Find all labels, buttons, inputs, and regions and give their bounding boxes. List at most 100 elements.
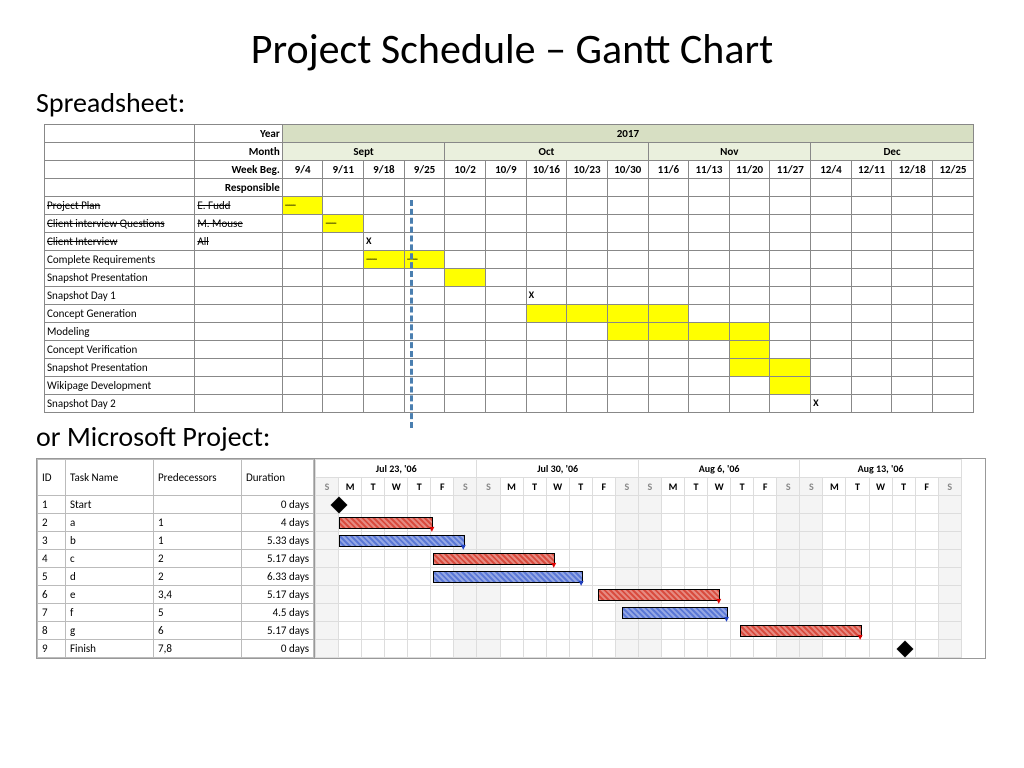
task-owner: All — [195, 233, 282, 251]
gantt-cell — [689, 341, 730, 359]
msp-day-letter: S — [938, 478, 961, 496]
gantt-cell — [648, 395, 689, 413]
gantt-cell — [485, 341, 526, 359]
gantt-cell — [323, 233, 364, 251]
gantt-cell — [445, 305, 486, 323]
gantt-cell — [364, 377, 405, 395]
gantt-cell — [526, 323, 567, 341]
msp-date-group: Jul 23, '06 — [316, 460, 477, 478]
gantt-cell — [485, 251, 526, 269]
gantt-cell — [770, 341, 811, 359]
task-owner — [195, 341, 282, 359]
msp-date-group: Aug 6, '06 — [638, 460, 799, 478]
gantt-cell — [770, 395, 811, 413]
gantt-cell — [485, 395, 526, 413]
msp-duration: 4 days — [242, 514, 314, 532]
week-cell: 9/11 — [323, 161, 364, 179]
gantt-cell — [689, 305, 730, 323]
gantt-cell — [689, 287, 730, 305]
task-name: Complete Requirements — [45, 251, 195, 269]
task-owner — [195, 359, 282, 377]
gantt-cell — [404, 251, 445, 269]
gantt-cell — [526, 395, 567, 413]
gantt-cell — [851, 251, 892, 269]
year-value: 2017 — [282, 125, 973, 143]
gantt-cell — [729, 395, 770, 413]
gantt-cell — [282, 197, 323, 215]
gantt-cell — [404, 305, 445, 323]
gantt-cell — [607, 359, 648, 377]
msp-day-letter: F — [915, 478, 938, 496]
gantt-cell — [892, 215, 933, 233]
msp-day-letter: F — [431, 478, 454, 496]
gantt-cell — [364, 233, 405, 251]
msp-duration: 4.5 days — [242, 604, 314, 622]
gantt-cell — [526, 287, 567, 305]
msp-task-name: c — [66, 550, 154, 568]
week-cell: 10/16 — [526, 161, 567, 179]
gantt-cell — [770, 287, 811, 305]
week-cell: 12/18 — [892, 161, 933, 179]
gantt-cell — [485, 305, 526, 323]
msp-pred: 5 — [154, 604, 242, 622]
gantt-cell — [689, 395, 730, 413]
msp-day-letter: W — [546, 478, 569, 496]
task-name: Snapshot Presentation — [45, 359, 195, 377]
gantt-cell — [892, 287, 933, 305]
gantt-cell — [526, 305, 567, 323]
gantt-cell — [323, 305, 364, 323]
msp-pred: 1 — [154, 532, 242, 550]
gantt-cell — [770, 269, 811, 287]
gantt-cell — [485, 323, 526, 341]
task-name: Snapshot Presentation — [45, 269, 195, 287]
msp-pred: 7,8 — [154, 640, 242, 658]
year-label: Year — [195, 125, 282, 143]
gantt-cell — [282, 377, 323, 395]
gantt-cell — [364, 251, 405, 269]
gantt-cell — [811, 197, 852, 215]
gantt-cell — [445, 287, 486, 305]
gantt-cell — [729, 287, 770, 305]
gantt-cell — [770, 377, 811, 395]
gantt-cell — [567, 395, 608, 413]
gantt-cell — [445, 197, 486, 215]
gantt-cell — [933, 215, 974, 233]
gantt-cell — [933, 197, 974, 215]
gantt-cell — [851, 341, 892, 359]
gantt-cell — [526, 377, 567, 395]
gantt-cell — [607, 395, 648, 413]
critical-bar — [740, 625, 862, 637]
msp-id: 9 — [38, 640, 66, 658]
task-name: Project Plan — [45, 197, 195, 215]
gantt-cell — [282, 269, 323, 287]
gantt-cell — [323, 215, 364, 233]
month-cell: Oct — [445, 143, 648, 161]
gantt-cell — [607, 269, 648, 287]
gantt-cell — [933, 323, 974, 341]
week-cell: 9/18 — [364, 161, 405, 179]
gantt-cell — [364, 215, 405, 233]
spreadsheet-label: Spreadsheet: — [36, 85, 988, 120]
gantt-cell — [364, 287, 405, 305]
msp-date-group: Jul 30, '06 — [477, 460, 638, 478]
msp-day-letter: T — [569, 478, 592, 496]
gantt-cell — [323, 359, 364, 377]
gantt-cell — [445, 215, 486, 233]
gantt-cell — [811, 287, 852, 305]
gantt-cell — [851, 233, 892, 251]
gantt-cell — [485, 197, 526, 215]
msproject-chart: Jul 23, '06Jul 30, '06Aug 6, '06Aug 13, … — [314, 459, 985, 658]
task-name: Client interview Questions — [45, 215, 195, 233]
gantt-cell — [282, 215, 323, 233]
gantt-cell — [851, 359, 892, 377]
gantt-cell — [323, 287, 364, 305]
week-cell: 12/4 — [811, 161, 852, 179]
msp-day-letter: S — [615, 478, 638, 496]
gantt-cell — [526, 341, 567, 359]
gantt-cell — [607, 197, 648, 215]
gantt-cell — [933, 395, 974, 413]
gantt-cell — [323, 269, 364, 287]
gantt-cell — [607, 377, 648, 395]
gantt-cell — [607, 251, 648, 269]
msp-pred: 2 — [154, 550, 242, 568]
